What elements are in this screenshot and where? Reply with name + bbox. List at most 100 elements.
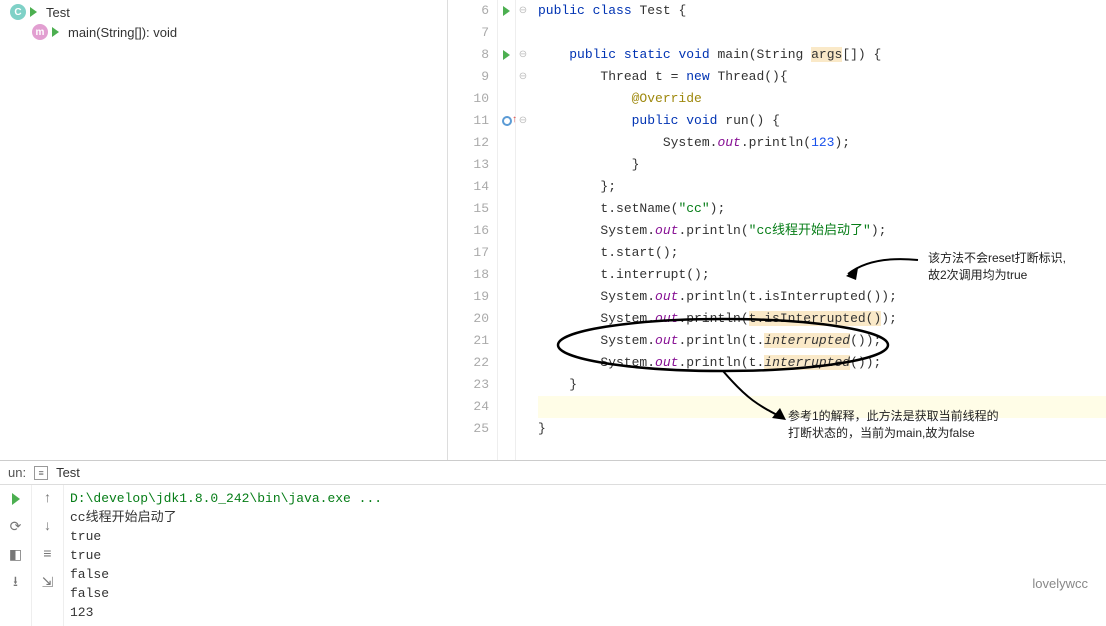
gutter-blank bbox=[498, 242, 515, 264]
line-number[interactable]: 23 bbox=[448, 374, 489, 396]
line-number[interactable]: 24 bbox=[448, 396, 489, 418]
fold-icon[interactable]: ⊖ bbox=[516, 0, 530, 22]
method-tree-item[interactable]: m main(String[]): void bbox=[0, 22, 447, 42]
code-line[interactable]: public class Test { bbox=[538, 0, 1106, 22]
line-number[interactable]: 25 bbox=[448, 418, 489, 440]
console-line: false bbox=[70, 584, 1100, 603]
code-line[interactable]: public static void main(String args[]) { bbox=[538, 44, 1106, 66]
run-gutter-icon[interactable] bbox=[498, 44, 515, 66]
camera-button[interactable]: ◧ bbox=[6, 545, 26, 565]
up-button[interactable]: ↑ bbox=[38, 489, 58, 509]
run-label: un: bbox=[8, 465, 26, 480]
gutter-blank bbox=[498, 264, 515, 286]
export-button[interactable]: ⭳ bbox=[6, 573, 26, 593]
console-line: cc线程开始启动了 bbox=[70, 508, 1100, 527]
code-column[interactable]: public class Test { public static void m… bbox=[530, 0, 1106, 460]
run-tab-name[interactable]: Test bbox=[56, 465, 80, 480]
code-editor[interactable]: 678910111213141516171819202122232425 ⊖⊖⊖… bbox=[448, 0, 1106, 460]
down-button[interactable]: ↓ bbox=[38, 517, 58, 537]
debug-button[interactable]: ⟳ bbox=[6, 517, 26, 537]
line-number[interactable]: 20 bbox=[448, 308, 489, 330]
fold-blank bbox=[516, 396, 530, 418]
code-line[interactable]: System.out.println(t.isInterrupted()); bbox=[538, 308, 1106, 330]
scroll-button[interactable]: ⇲ bbox=[38, 573, 58, 593]
line-number[interactable]: 14 bbox=[448, 176, 489, 198]
fold-blank bbox=[516, 176, 530, 198]
gutter-blank bbox=[498, 154, 515, 176]
line-number[interactable]: 8 bbox=[448, 44, 489, 66]
fold-blank bbox=[516, 22, 530, 44]
watermark: lovelywcc bbox=[1032, 576, 1088, 591]
play-button[interactable] bbox=[6, 489, 26, 509]
line-number[interactable]: 18 bbox=[448, 264, 489, 286]
fold-blank bbox=[516, 286, 530, 308]
fold-blank bbox=[516, 198, 530, 220]
method-icon: m bbox=[32, 24, 48, 40]
fold-blank bbox=[516, 264, 530, 286]
gutter-blank bbox=[498, 176, 515, 198]
console-line: true bbox=[70, 546, 1100, 565]
fold-icon[interactable]: ⊖ bbox=[516, 44, 530, 66]
fold-blank bbox=[516, 132, 530, 154]
line-number[interactable]: 16 bbox=[448, 220, 489, 242]
code-line[interactable]: @Override bbox=[538, 88, 1106, 110]
line-number[interactable]: 17 bbox=[448, 242, 489, 264]
code-line[interactable]: System.out.println(t.interrupted()); bbox=[538, 352, 1106, 374]
code-line[interactable]: System.out.println(t.isInterrupted()); bbox=[538, 286, 1106, 308]
code-line[interactable] bbox=[538, 22, 1106, 44]
run-toolbar-right: ↑ ↓ ≡ ⇲ bbox=[32, 485, 64, 626]
code-line[interactable]: System.out.println("cc线程开始启动了"); bbox=[538, 220, 1106, 242]
fold-blank bbox=[516, 242, 530, 264]
code-line[interactable]: } bbox=[538, 374, 1106, 396]
console-line: false bbox=[70, 565, 1100, 584]
code-line[interactable]: System.out.println(123); bbox=[538, 132, 1106, 154]
method-label: main(String[]): void bbox=[68, 25, 177, 40]
code-line[interactable]: }; bbox=[538, 176, 1106, 198]
fold-blank bbox=[516, 220, 530, 242]
run-tab-bar: un: ≡ Test bbox=[0, 461, 1106, 485]
run-panel: un: ≡ Test ⟳ ◧ ⭳ ↑ ↓ ≡ ⇲ D:\develop\jdk1… bbox=[0, 460, 1106, 626]
class-tree-item[interactable]: C Test bbox=[0, 2, 447, 22]
gutter-blank bbox=[498, 396, 515, 418]
line-number[interactable]: 22 bbox=[448, 352, 489, 374]
run-gutter-icon[interactable] bbox=[498, 0, 515, 22]
code-line[interactable]: public void run() { bbox=[538, 110, 1106, 132]
override-gutter-icon[interactable] bbox=[498, 110, 515, 132]
line-number[interactable]: 19 bbox=[448, 286, 489, 308]
gutter-blank bbox=[498, 352, 515, 374]
line-number[interactable]: 15 bbox=[448, 198, 489, 220]
line-number[interactable]: 12 bbox=[448, 132, 489, 154]
gutter-blank bbox=[498, 132, 515, 154]
line-number[interactable]: 11 bbox=[448, 110, 489, 132]
fold-blank bbox=[516, 418, 530, 440]
line-number[interactable]: 13 bbox=[448, 154, 489, 176]
line-number[interactable]: 10 bbox=[448, 88, 489, 110]
gutter-blank bbox=[498, 374, 515, 396]
run-icon bbox=[52, 26, 64, 38]
fold-blank bbox=[516, 330, 530, 352]
run-icon bbox=[30, 6, 42, 18]
line-number[interactable]: 9 bbox=[448, 66, 489, 88]
wrap-button[interactable]: ≡ bbox=[38, 545, 58, 565]
code-line[interactable]: } bbox=[538, 154, 1106, 176]
console-line: 123 bbox=[70, 603, 1100, 622]
code-line[interactable]: Thread t = new Thread(){ bbox=[538, 66, 1106, 88]
class-icon: C bbox=[10, 4, 26, 20]
gutter-blank bbox=[498, 418, 515, 440]
fold-icon[interactable]: ⊖ bbox=[516, 110, 530, 132]
line-number[interactable]: 7 bbox=[448, 22, 489, 44]
console-cmd: D:\develop\jdk1.8.0_242\bin\java.exe ... bbox=[70, 491, 382, 506]
console[interactable]: D:\develop\jdk1.8.0_242\bin\java.exe ...… bbox=[64, 485, 1106, 626]
annotation-right: 该方法不会reset打断标识, 故2次调用均为true bbox=[928, 250, 1066, 284]
code-line[interactable]: System.out.println(t.interrupted()); bbox=[538, 330, 1106, 352]
gutter-blank bbox=[498, 66, 515, 88]
gutter-blank bbox=[498, 88, 515, 110]
fold-icon[interactable]: ⊖ bbox=[516, 66, 530, 88]
structure-sidebar: C Test m main(String[]): void bbox=[0, 0, 448, 460]
tab-icon[interactable]: ≡ bbox=[34, 466, 48, 480]
line-number[interactable]: 6 bbox=[448, 0, 489, 22]
code-line[interactable]: t.setName("cc"); bbox=[538, 198, 1106, 220]
line-number[interactable]: 21 bbox=[448, 330, 489, 352]
gutter-blank bbox=[498, 220, 515, 242]
run-toolbar-left: ⟳ ◧ ⭳ bbox=[0, 485, 32, 626]
